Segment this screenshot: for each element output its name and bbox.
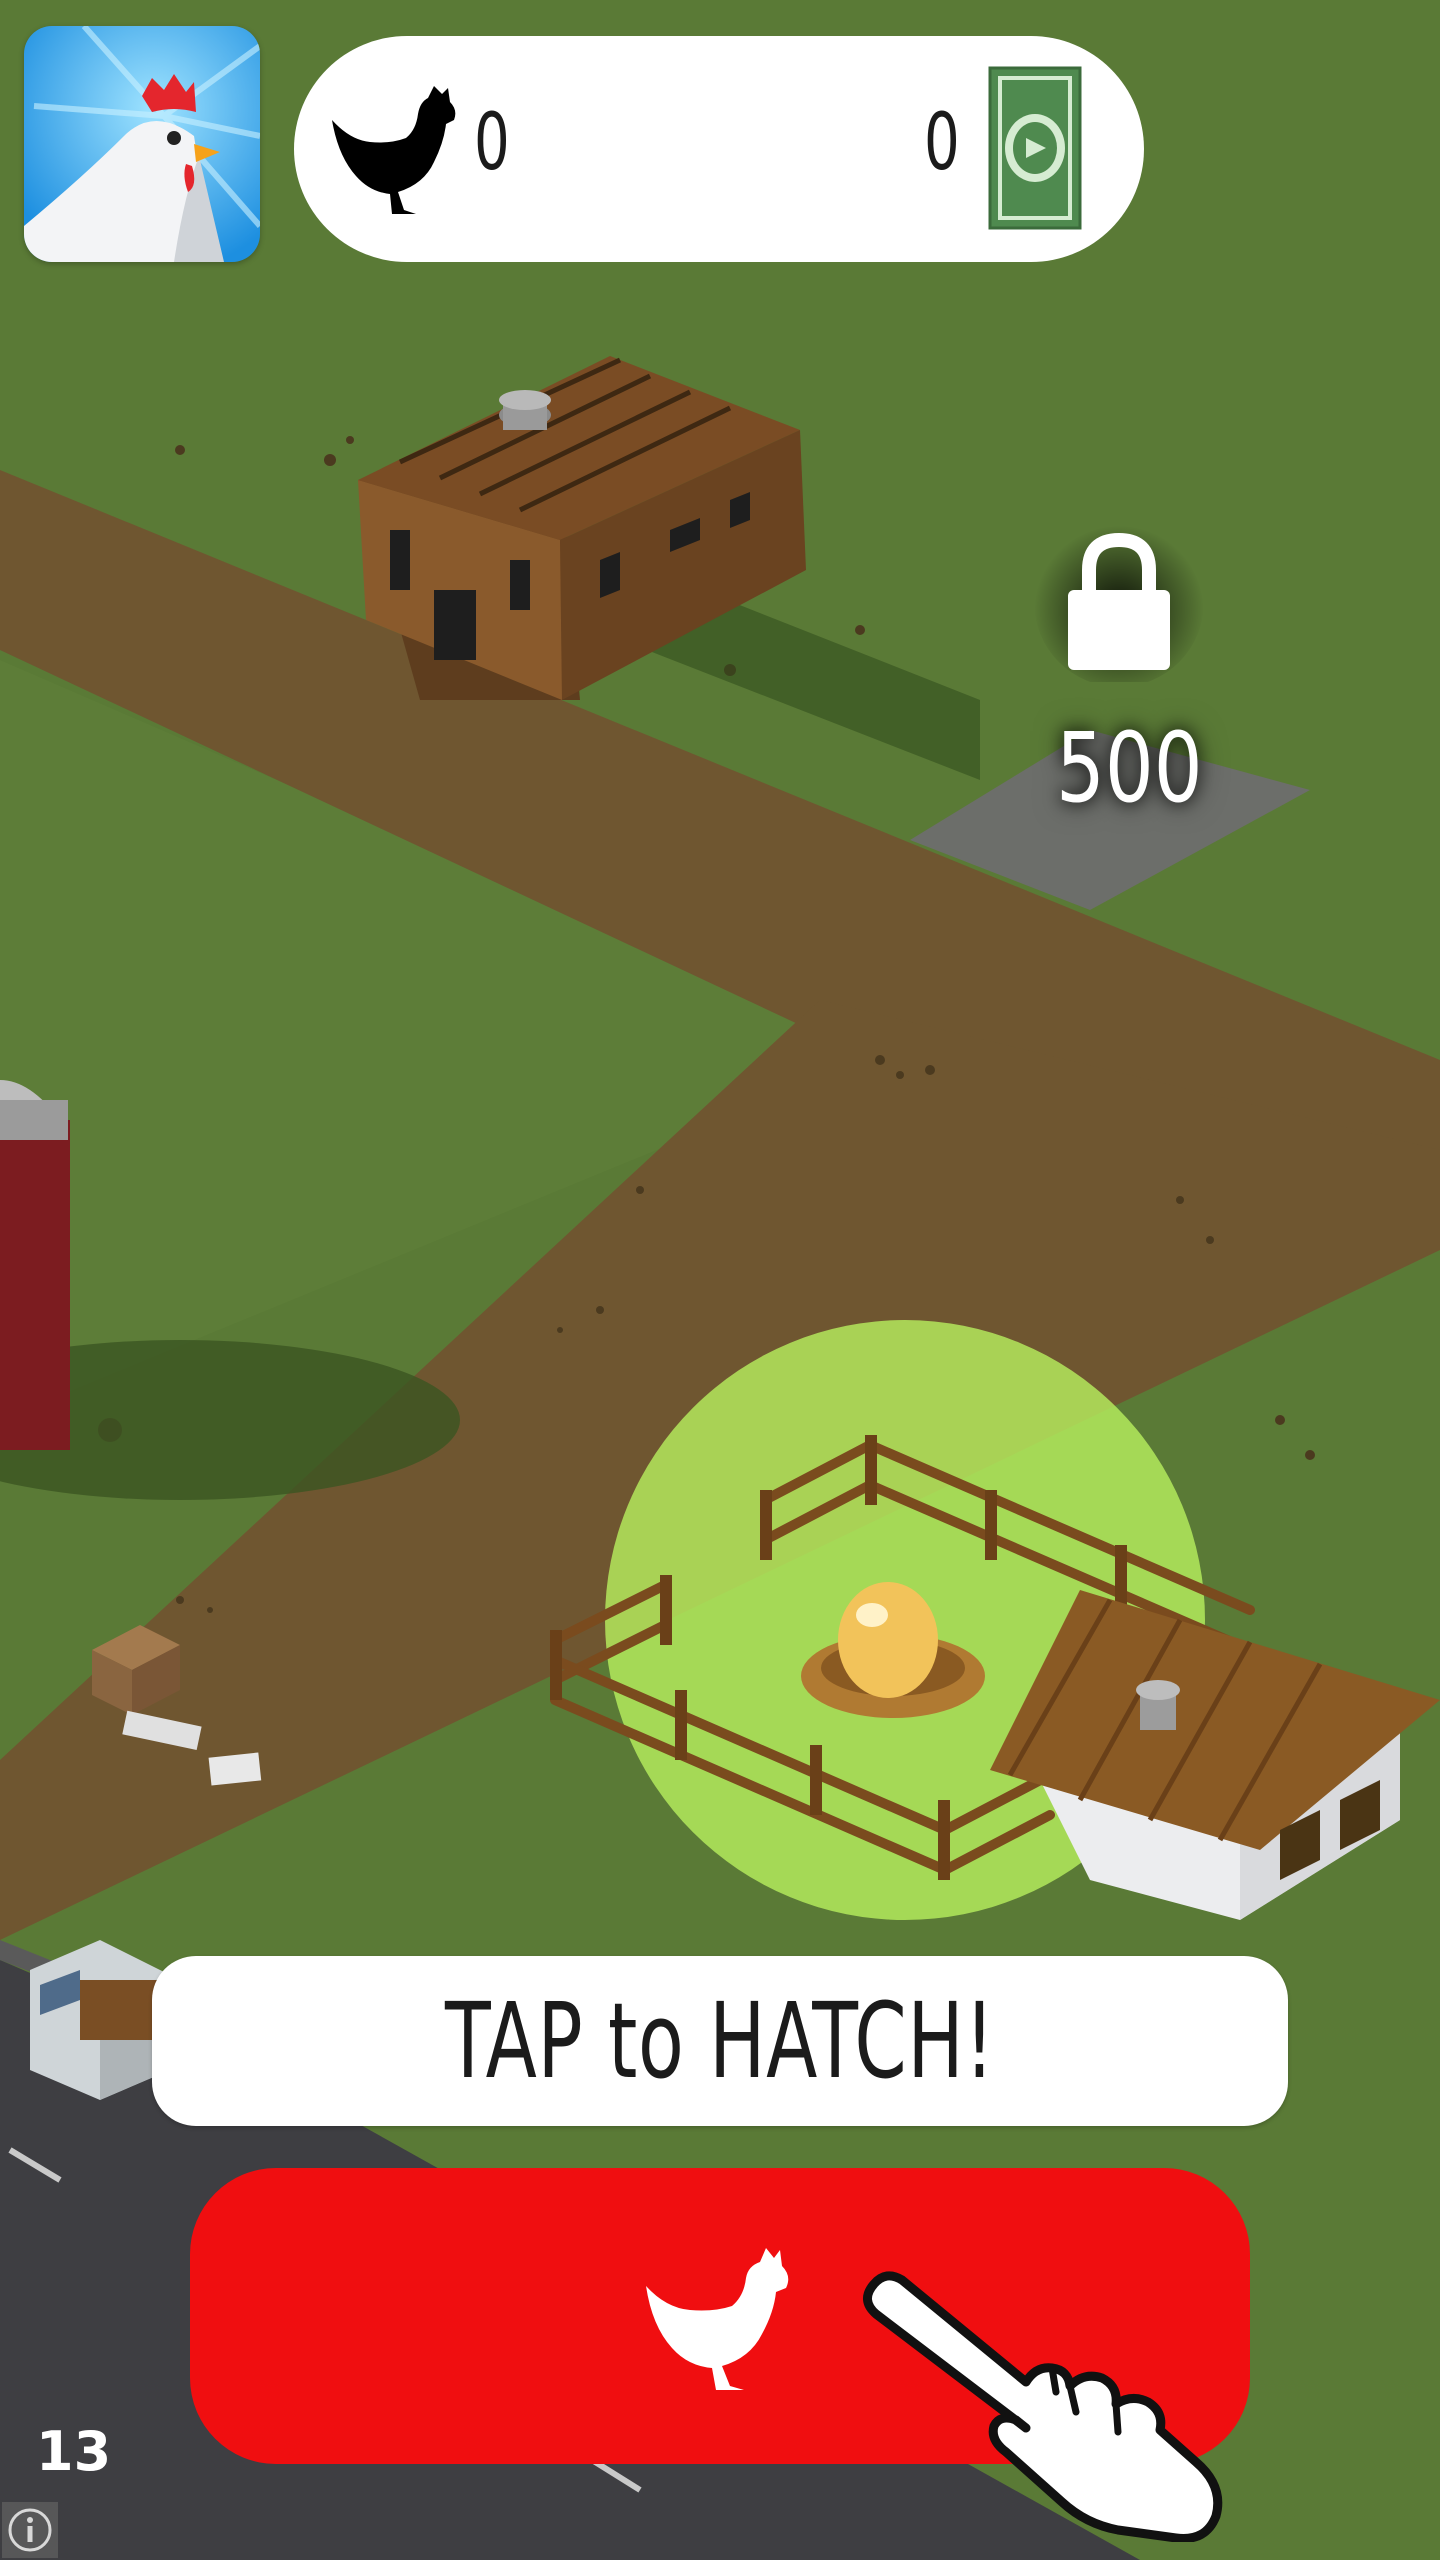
cash-icon (988, 66, 1082, 230)
resource-bar: 0 0 (294, 36, 1144, 262)
app-icon[interactable] (24, 26, 260, 262)
info-icon[interactable] (2, 2502, 58, 2558)
chicken-silhouette-icon (332, 86, 456, 214)
fps-counter: 13 (36, 2420, 112, 2483)
chicken-button-icon (646, 2248, 789, 2390)
lock-price: 500 (1056, 712, 1203, 824)
pointing-hand-icon (863, 2271, 1223, 2542)
tap-to-hatch-text: TAP to HATCH! (444, 1980, 996, 2102)
chicken-count: 0 (474, 98, 510, 188)
locked-plot[interactable] (1034, 512, 1204, 687)
tap-to-hatch-banner: TAP to HATCH! (152, 1956, 1288, 2126)
money-count: 0 (924, 98, 960, 188)
lock-icon (1034, 517, 1204, 687)
